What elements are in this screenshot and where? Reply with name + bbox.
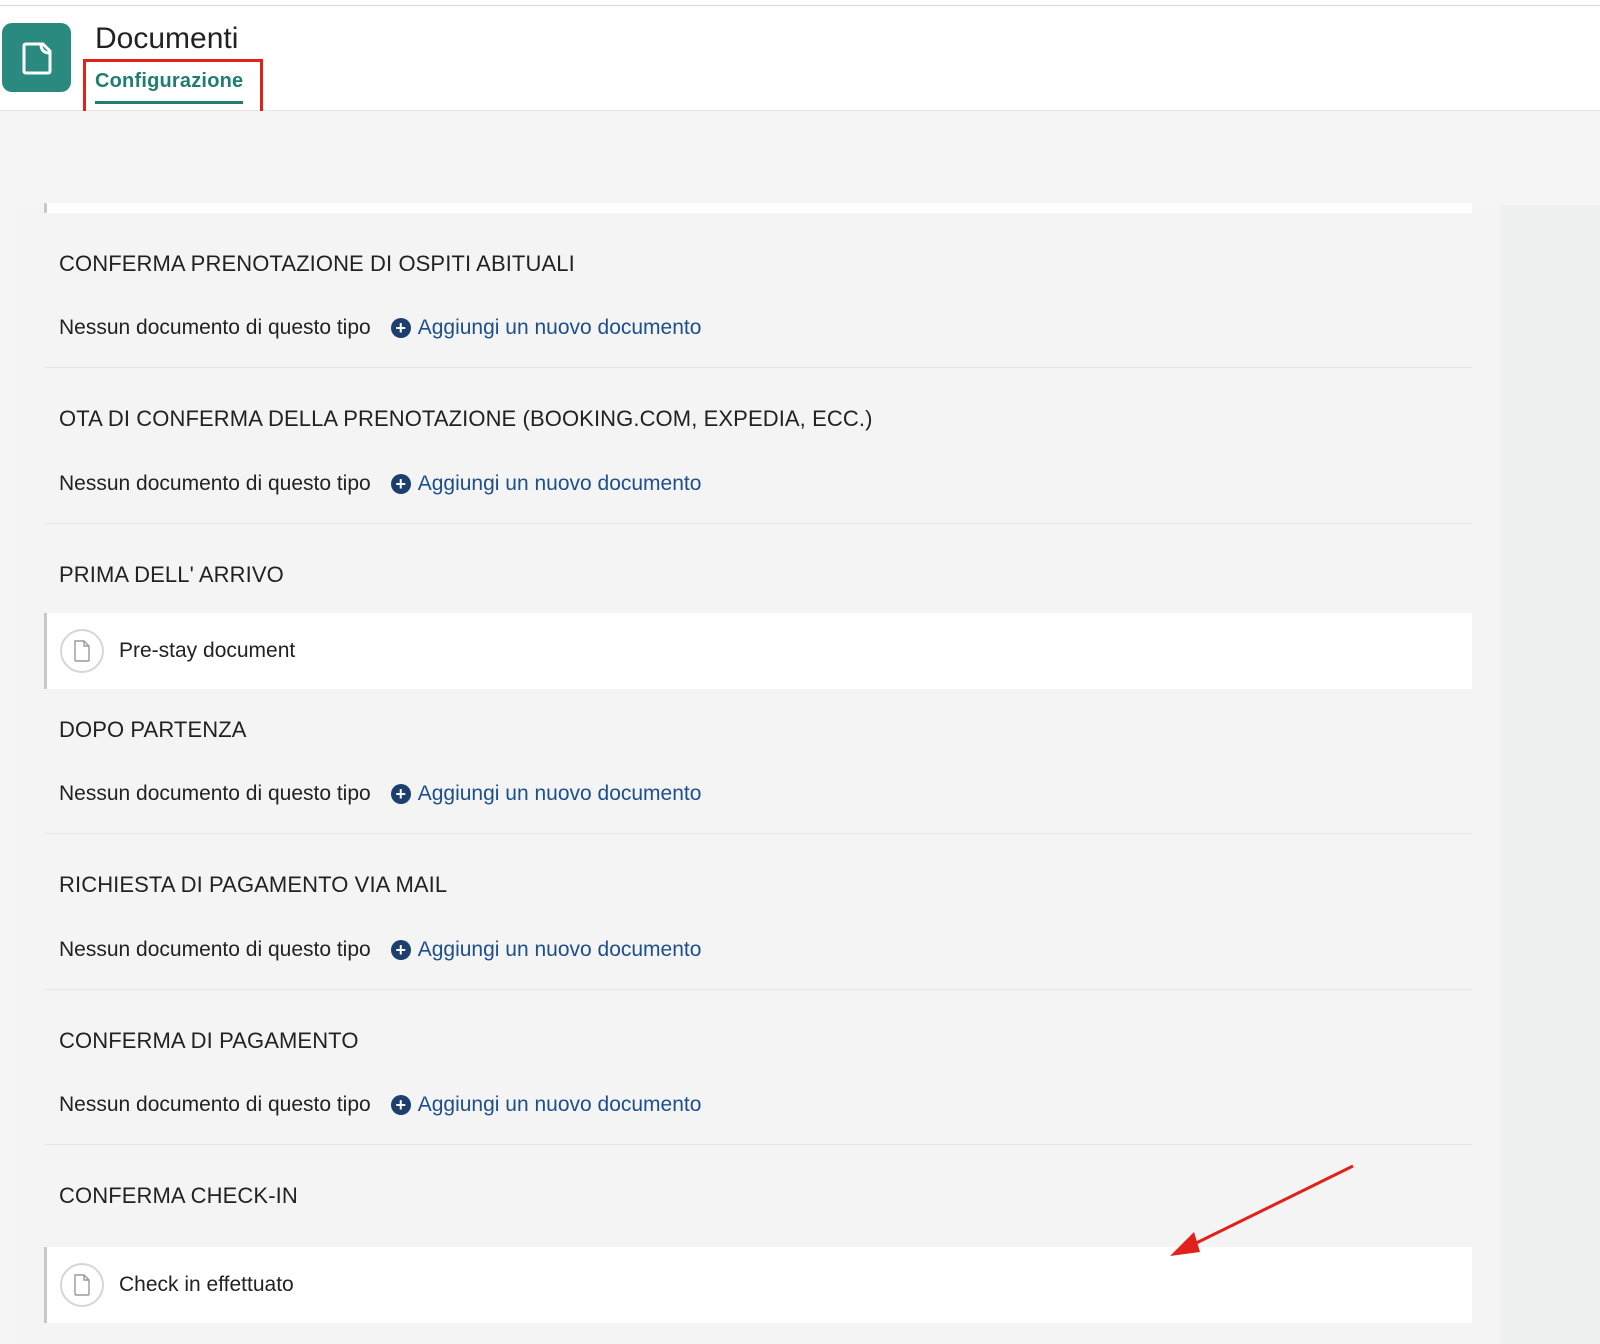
empty-message: Nessun documento di questo tipo bbox=[59, 1092, 371, 1116]
section-title: CONFERMA CHECK-IN bbox=[59, 1183, 298, 1208]
add-document-label: Aggiungi un nuovo documento bbox=[417, 1092, 702, 1116]
section-empty-row: Nessun documento di questo tipo + Aggiun… bbox=[44, 1065, 1472, 1145]
section-title: PRIMA DELL' ARRIVO bbox=[59, 562, 284, 587]
empty-message: Nessun documento di questo tipo bbox=[59, 471, 371, 495]
plus-circle-icon: + bbox=[390, 783, 411, 804]
section-title: DOPO PARTENZA bbox=[59, 717, 247, 742]
section-title: OTA DI CONFERMA DELLA PRENOTAZIONE (BOOK… bbox=[59, 406, 873, 431]
add-document-label: Aggiungi un nuovo documento bbox=[417, 937, 702, 961]
arrow-shaft bbox=[1181, 1164, 1354, 1252]
file-icon bbox=[60, 629, 104, 673]
page-header: Documenti Configurazione bbox=[0, 6, 1600, 126]
page-title: Documenti bbox=[95, 22, 239, 55]
add-document-label: Aggiungi un nuovo documento bbox=[417, 781, 702, 805]
previous-document-card bbox=[44, 203, 1472, 213]
document-name[interactable]: Check in effettuato bbox=[119, 1273, 294, 1297]
section-empty-row: Nessun documento di questo tipo + Aggiun… bbox=[44, 444, 1472, 524]
add-document-link[interactable]: + Aggiungi un nuovo documento bbox=[390, 315, 702, 340]
document-name[interactable]: Pre-stay document bbox=[119, 639, 295, 663]
right-gutter bbox=[1500, 205, 1600, 1344]
plus-circle-icon: + bbox=[390, 939, 411, 960]
plus-circle-icon: + bbox=[390, 1094, 411, 1115]
add-document-link[interactable]: + Aggiungi un nuovo documento bbox=[390, 1092, 702, 1117]
plus-circle-icon: + bbox=[390, 317, 411, 338]
section-title: CONFERMA DI PAGAMENTO bbox=[59, 1028, 359, 1053]
section-empty-row: Nessun documento di questo tipo + Aggiun… bbox=[44, 910, 1472, 990]
section-title: CONFERMA PRENOTAZIONE DI OSPITI ABITUALI bbox=[59, 251, 575, 276]
empty-message: Nessun documento di questo tipo bbox=[59, 781, 371, 805]
arrow-head bbox=[1170, 1232, 1200, 1256]
plus-circle-icon: + bbox=[390, 473, 411, 494]
document-card[interactable]: Pre-stay document bbox=[44, 613, 1472, 689]
section-empty-row: Nessun documento di questo tipo + Aggiun… bbox=[44, 754, 1472, 834]
section-title: RICHIESTA DI PAGAMENTO VIA MAIL bbox=[59, 872, 448, 897]
add-document-link[interactable]: + Aggiungi un nuovo documento bbox=[390, 471, 702, 496]
file-icon bbox=[60, 1263, 104, 1307]
add-document-label: Aggiungi un nuovo documento bbox=[417, 471, 702, 495]
add-document-label: Aggiungi un nuovo documento bbox=[417, 315, 702, 339]
red-arrow-annotation bbox=[1170, 1164, 1354, 1256]
document-page-icon bbox=[2, 23, 71, 92]
empty-message: Nessun documento di questo tipo bbox=[59, 937, 371, 961]
add-document-link[interactable]: + Aggiungi un nuovo documento bbox=[390, 781, 702, 806]
section-empty-row: Nessun documento di questo tipo + Aggiun… bbox=[44, 288, 1472, 368]
add-document-link[interactable]: + Aggiungi un nuovo documento bbox=[390, 937, 702, 962]
empty-message: Nessun documento di questo tipo bbox=[59, 315, 371, 339]
